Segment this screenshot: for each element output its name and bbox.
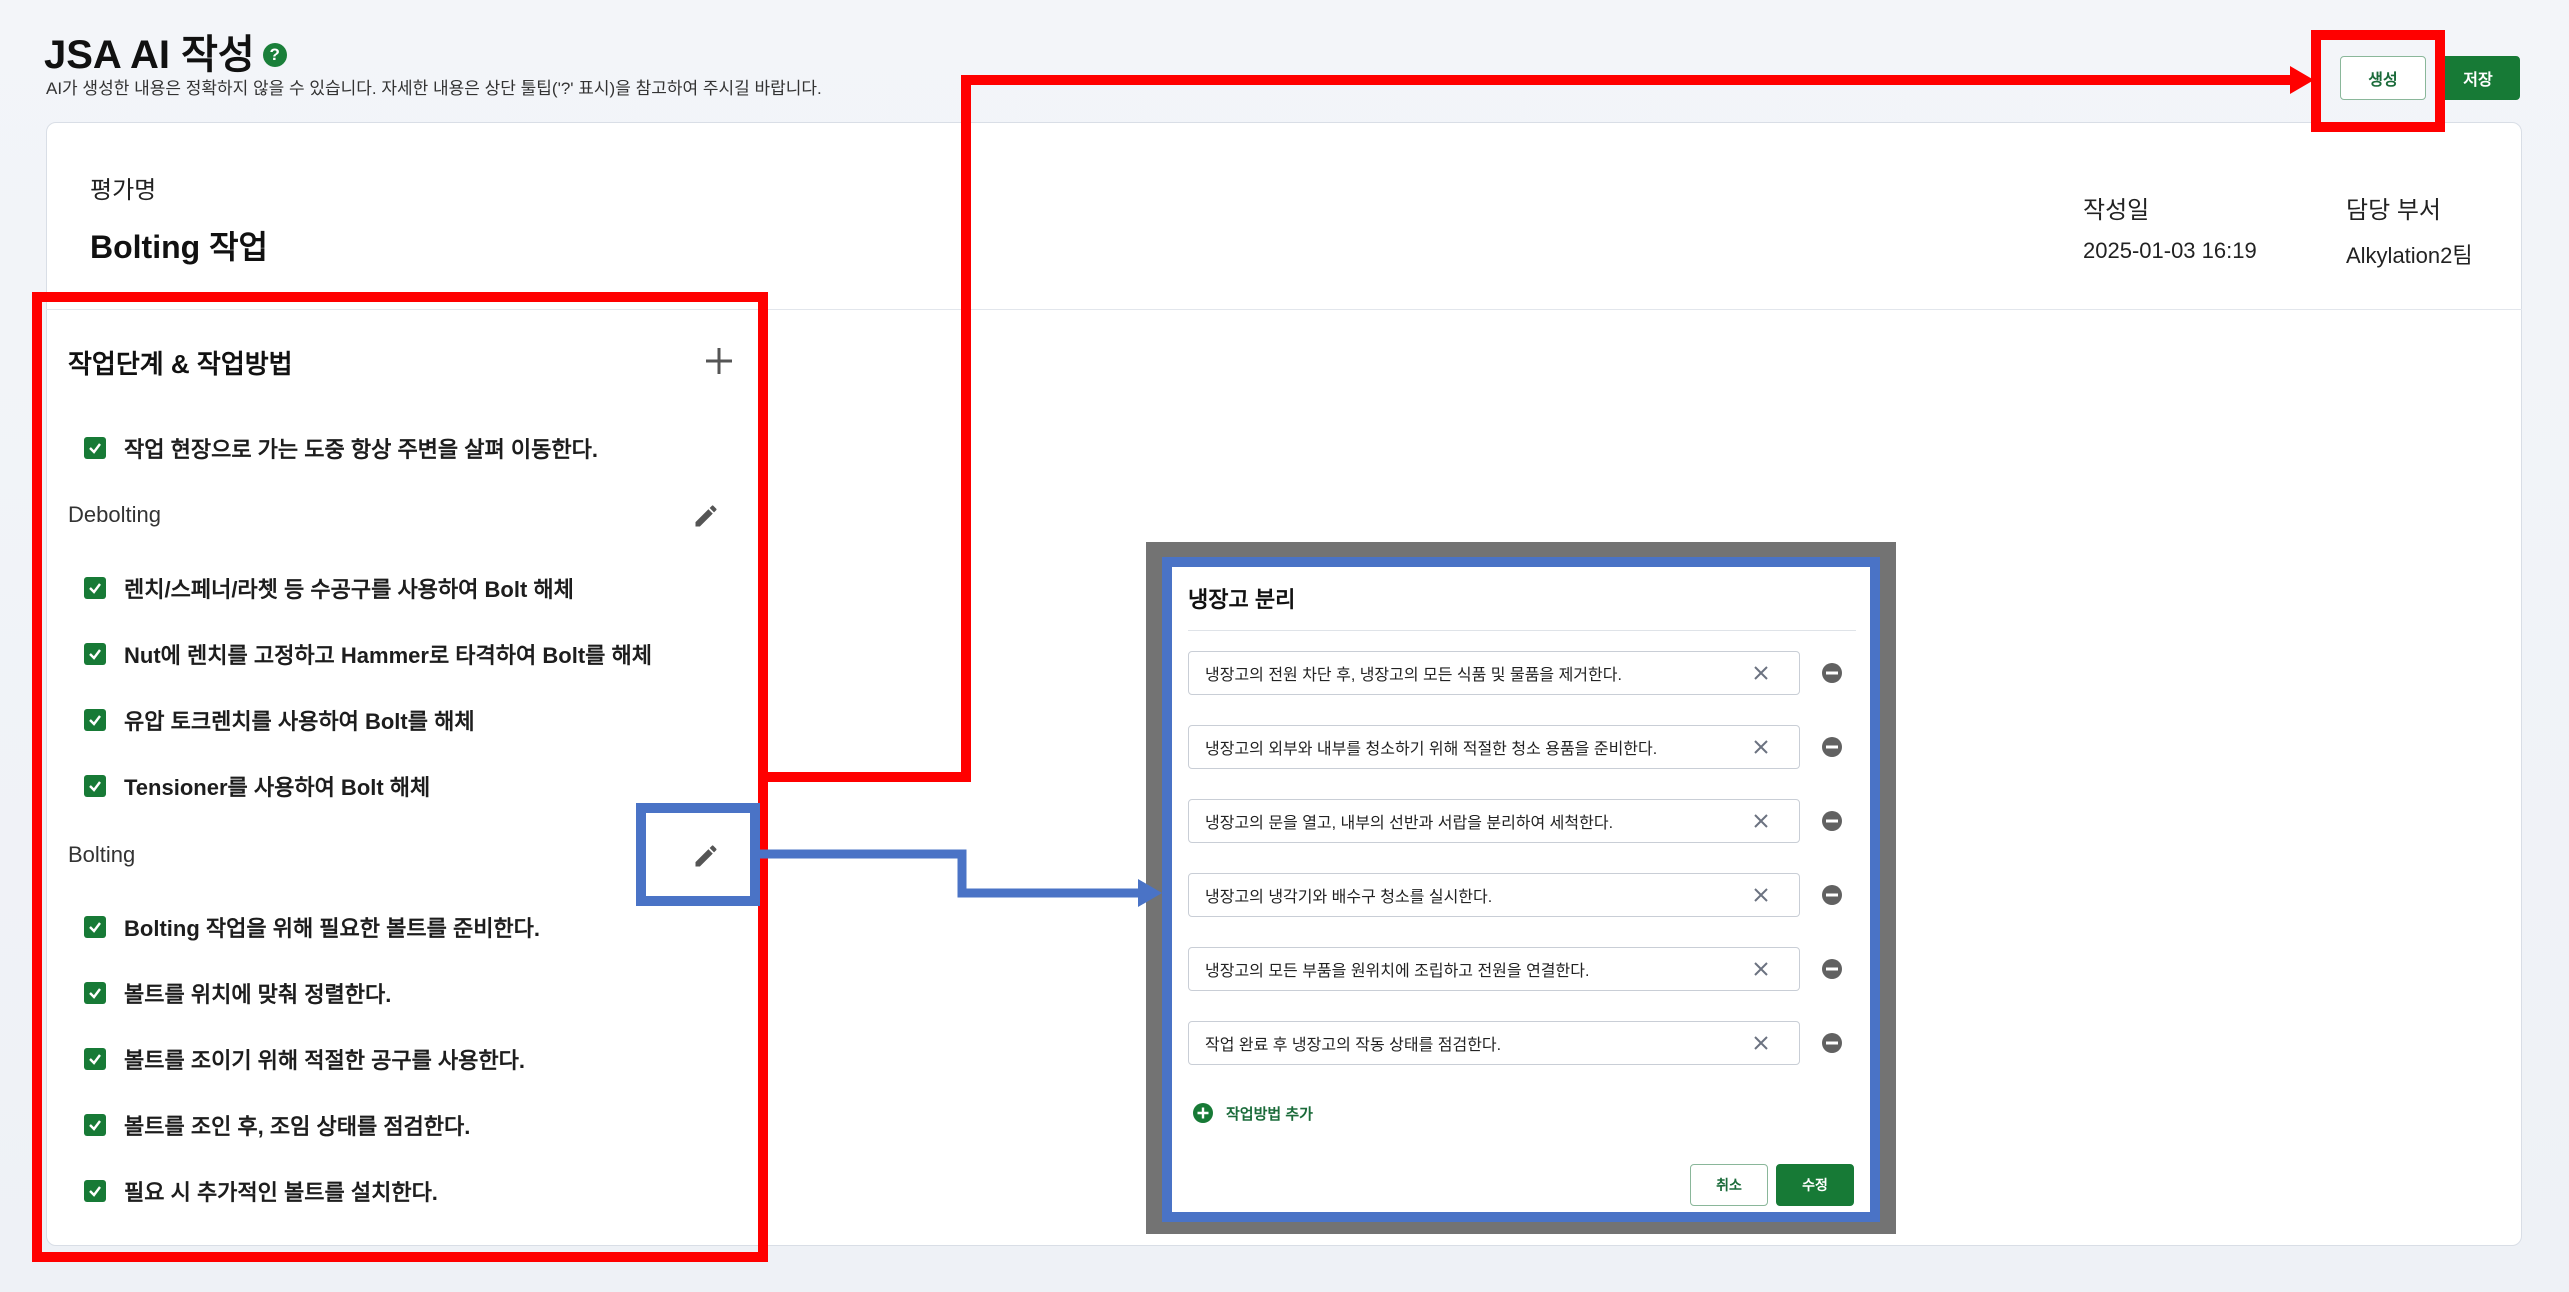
- blue-connector-line: [760, 849, 1138, 898]
- red-connector-line: [768, 75, 2290, 782]
- red-arrowhead-icon: [2290, 66, 2314, 94]
- blue-arrowhead-icon: [1138, 879, 1162, 907]
- annotation-connectors: [760, 66, 2314, 907]
